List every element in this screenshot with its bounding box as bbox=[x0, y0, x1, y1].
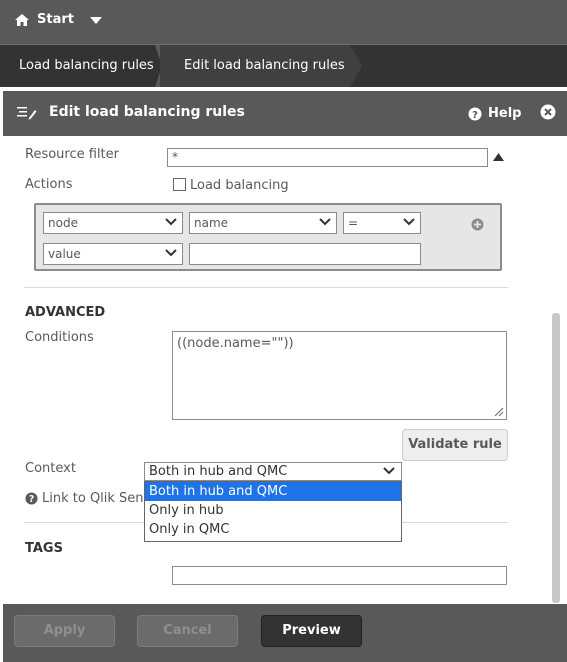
resize-grip-icon[interactable] bbox=[494, 407, 504, 417]
collapse-up-icon[interactable] bbox=[493, 153, 504, 161]
validate-rule-button[interactable]: Validate rule bbox=[402, 429, 508, 461]
form-area: Resource filter * Actions Load balancing… bbox=[0, 0, 567, 604]
context-select[interactable]: Both in hub and QMC bbox=[144, 462, 402, 481]
preview-button[interactable]: Preview bbox=[261, 615, 362, 647]
help-icon: ? bbox=[25, 492, 38, 505]
conditions-textarea[interactable]: ((node.name="")) bbox=[172, 331, 507, 420]
property-select[interactable]: name bbox=[189, 212, 337, 234]
scrollbar[interactable] bbox=[552, 313, 560, 603]
operator-select-value: = bbox=[348, 216, 359, 230]
context-option-both[interactable]: Both in hub and QMC bbox=[145, 482, 401, 501]
context-dropdown: Both in hub and QMC Only in hub Only in … bbox=[144, 481, 402, 542]
chevron-down-icon bbox=[165, 249, 177, 257]
actions-label: Actions bbox=[25, 177, 73, 192]
footer-bar: Apply Cancel Preview bbox=[3, 604, 567, 662]
svg-text:?: ? bbox=[29, 494, 34, 505]
add-condition-icon[interactable] bbox=[471, 218, 484, 231]
chevron-down-icon bbox=[165, 218, 177, 226]
qlik-sense-link-label: Link to Qlik Sena bbox=[42, 491, 152, 506]
property-select-value: name bbox=[194, 216, 229, 230]
advanced-title: ADVANCED bbox=[25, 305, 106, 320]
value-input[interactable] bbox=[189, 243, 421, 265]
context-label: Context bbox=[25, 461, 76, 476]
conditions-value: ((node.name="")) bbox=[177, 336, 294, 351]
context-option-hub[interactable]: Only in hub bbox=[145, 501, 401, 520]
chevron-down-icon bbox=[383, 467, 395, 475]
load-balancing-label: Load balancing bbox=[190, 178, 289, 193]
field-select-value: node bbox=[48, 216, 78, 230]
resource-filter-label: Resource filter bbox=[25, 147, 119, 162]
chevron-down-icon bbox=[403, 218, 415, 226]
context-select-value: Both in hub and QMC bbox=[149, 464, 288, 479]
resource-filter-input[interactable]: * bbox=[167, 148, 488, 167]
qlik-sense-link[interactable]: ? Link to Qlik Sena bbox=[25, 491, 152, 506]
cancel-button[interactable]: Cancel bbox=[137, 615, 238, 647]
value-select[interactable]: value bbox=[43, 243, 183, 265]
divider bbox=[24, 287, 508, 288]
conditions-label: Conditions bbox=[25, 330, 94, 345]
tags-input[interactable] bbox=[172, 566, 507, 585]
context-option-qmc[interactable]: Only in QMC bbox=[145, 520, 401, 539]
operator-select[interactable]: = bbox=[343, 212, 421, 234]
field-select[interactable]: node bbox=[43, 212, 183, 234]
apply-button[interactable]: Apply bbox=[14, 615, 115, 647]
tags-title: TAGS bbox=[25, 541, 63, 556]
chevron-down-icon bbox=[319, 218, 331, 226]
load-balancing-checkbox[interactable] bbox=[173, 178, 186, 191]
value-select-value: value bbox=[48, 247, 81, 261]
